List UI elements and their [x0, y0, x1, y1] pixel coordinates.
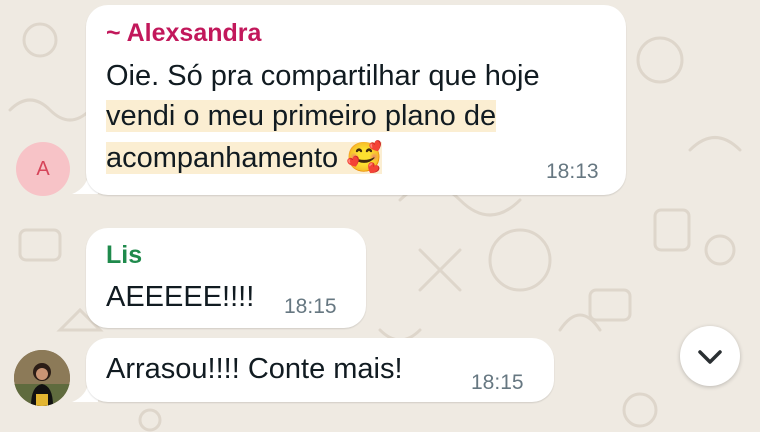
highlight: acompanhamento 🥰 — [106, 142, 383, 174]
message-text: AEEEEE!!!! — [106, 281, 255, 313]
message-text-line-highlighted: acompanhamento 🥰 — [106, 136, 383, 180]
highlight: vendi o meu primeiro plano de — [106, 100, 497, 132]
avatar-alexsandra[interactable]: A — [16, 142, 70, 196]
message-bubble-lis[interactable]: Lis AEEEEE!!!! 18:15 — [86, 228, 366, 328]
message-timestamp: 18:13 — [546, 160, 599, 183]
sender-name[interactable]: Lis — [106, 241, 142, 270]
message-timestamp: 18:15 — [471, 371, 524, 394]
sender-name[interactable]: ~ Alexsandra — [106, 19, 261, 48]
message-timestamp: 18:15 — [284, 295, 337, 318]
message-text-line-highlighted: vendi o meu primeiro plano de — [106, 94, 497, 138]
scroll-to-bottom-button[interactable] — [680, 326, 740, 386]
message-text: Arrasou!!!! Conte mais! — [106, 353, 403, 385]
avatar-initial: A — [36, 158, 50, 180]
avatar-photo-image — [14, 350, 70, 406]
avatar-photo[interactable] — [14, 350, 70, 406]
message-bubble-alexsandra[interactable]: ~ Alexsandra Oie. Só pra compartilhar qu… — [86, 5, 626, 195]
message-bubble-photo-user[interactable]: Arrasou!!!! Conte mais! 18:15 — [86, 338, 554, 402]
chevron-down-icon — [698, 350, 722, 364]
message-text-line: Oie. Só pra compartilhar que hoje — [106, 60, 540, 92]
